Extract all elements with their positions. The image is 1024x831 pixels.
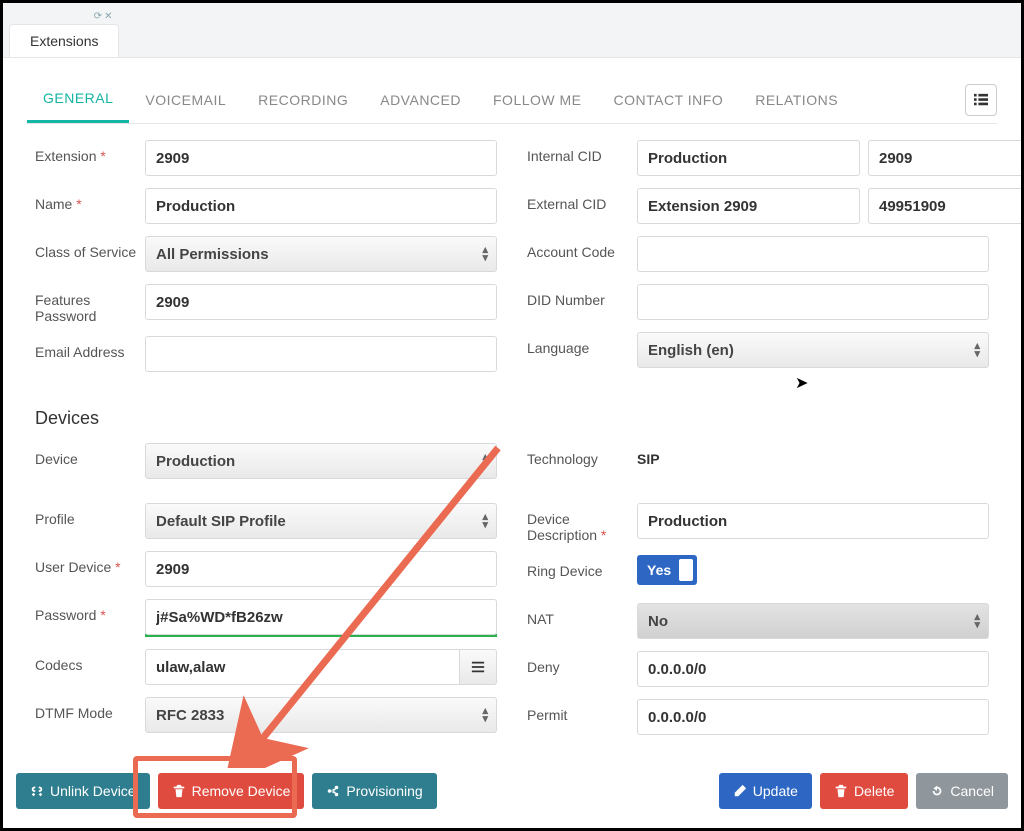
section-devices-title: Devices: [35, 408, 997, 429]
label-technology: Technology: [527, 443, 637, 467]
label-permit: Permit: [527, 699, 637, 723]
language-select[interactable]: English (en) ▴▾: [637, 332, 989, 368]
label-profile: Profile: [35, 503, 145, 527]
label-external-cid: External CID: [527, 188, 637, 212]
list-icon: [974, 93, 988, 107]
window-tabbar: ⟳ ✕ Extensions: [3, 3, 1021, 58]
window-tab-extensions[interactable]: ⟳ ✕ Extensions: [9, 24, 119, 57]
share-icon: [326, 784, 340, 798]
chevron-updown-icon: ▴▾: [974, 613, 980, 629]
codecs-picker-button[interactable]: [459, 649, 497, 685]
ring-device-toggle[interactable]: Yes: [637, 555, 697, 585]
tab-followme[interactable]: FOLLOW ME: [477, 78, 598, 122]
pencil-icon: [733, 784, 747, 798]
label-codecs: Codecs: [35, 649, 145, 673]
extension-input[interactable]: [145, 140, 497, 176]
user-device-input[interactable]: [145, 551, 497, 587]
list-view-toggle[interactable]: [965, 84, 997, 116]
label-device-desc: Device Description *: [527, 503, 637, 543]
label-email: Email Address: [35, 336, 145, 360]
password-input[interactable]: [145, 599, 497, 635]
label-account-code: Account Code: [527, 236, 637, 260]
device-select[interactable]: Production ▴▾: [145, 443, 497, 479]
chevron-updown-icon: ▴▾: [482, 513, 488, 529]
delete-button[interactable]: Delete: [820, 773, 908, 809]
trash-icon: [172, 784, 186, 798]
chevron-updown-icon: ▴▾: [482, 246, 488, 262]
undo-icon: [930, 784, 944, 798]
tab-relations[interactable]: RELATIONS: [739, 78, 854, 122]
tab-recording[interactable]: RECORDING: [242, 78, 364, 122]
update-button[interactable]: Update: [719, 773, 812, 809]
dtmf-select[interactable]: RFC 2833 ▴▾: [145, 697, 497, 733]
label-password: Password *: [35, 599, 145, 623]
window-tab-label: Extensions: [30, 33, 98, 49]
label-ring-device: Ring Device: [527, 555, 637, 579]
tab-advanced[interactable]: ADVANCED: [364, 78, 477, 122]
label-extension: Extension *: [35, 140, 145, 164]
profile-select[interactable]: Default SIP Profile ▴▾: [145, 503, 497, 539]
label-cos: Class of Service: [35, 236, 145, 260]
toggle-knob: [679, 559, 693, 581]
internal-cid-num-input[interactable]: [868, 140, 1024, 176]
unlink-device-button[interactable]: Unlink Device: [16, 773, 150, 809]
account-code-input[interactable]: [637, 236, 989, 272]
close-icon[interactable]: ✕: [104, 11, 112, 22]
label-device: Device: [35, 443, 145, 467]
technology-value: SIP: [637, 443, 660, 467]
label-nat: NAT: [527, 603, 637, 627]
chevron-updown-icon: ▴▾: [482, 453, 488, 469]
nat-select[interactable]: No ▴▾: [637, 603, 989, 639]
email-input[interactable]: [145, 336, 497, 372]
trash-icon: [834, 784, 848, 798]
name-input[interactable]: [145, 188, 497, 224]
chevron-updown-icon: ▴▾: [482, 707, 488, 723]
device-description-input[interactable]: [637, 503, 989, 539]
label-did: DID Number: [527, 284, 637, 308]
features-password-input[interactable]: [145, 284, 497, 320]
internal-cid-name-input[interactable]: [637, 140, 860, 176]
external-cid-num-input[interactable]: [868, 188, 1024, 224]
tab-general[interactable]: GENERAL: [27, 76, 129, 123]
refresh-icon[interactable]: ⟳: [94, 11, 102, 22]
external-cid-name-input[interactable]: [637, 188, 860, 224]
label-user-device: User Device *: [35, 551, 145, 575]
provisioning-button[interactable]: Provisioning: [312, 773, 436, 809]
cancel-button[interactable]: Cancel: [916, 773, 1008, 809]
did-number-input[interactable]: [637, 284, 989, 320]
page-tabs: GENERAL VOICEMAIL RECORDING ADVANCED FOL…: [27, 76, 997, 124]
hamburger-icon: [471, 660, 485, 674]
footer-toolbar: Unlink Device Remove Device Provisioning…: [6, 753, 1018, 825]
tab-contactinfo[interactable]: CONTACT INFO: [598, 78, 740, 122]
permit-input[interactable]: [637, 699, 989, 735]
tab-voicemail[interactable]: VOICEMAIL: [129, 78, 242, 122]
label-dtmf: DTMF Mode: [35, 697, 145, 721]
label-internal-cid: Internal CID: [527, 140, 637, 164]
remove-device-button[interactable]: Remove Device: [158, 773, 305, 809]
label-language: Language: [527, 332, 637, 356]
label-features-pw: Features Password: [35, 284, 145, 324]
label-name: Name *: [35, 188, 145, 212]
codecs-input[interactable]: [145, 649, 459, 685]
mouse-cursor-icon: ➤: [795, 373, 808, 393]
cos-select[interactable]: All Permissions ▴▾: [145, 236, 497, 272]
chevron-updown-icon: ▴▾: [974, 342, 980, 358]
unlink-icon: [30, 784, 44, 798]
label-deny: Deny: [527, 651, 637, 675]
deny-input[interactable]: [637, 651, 989, 687]
